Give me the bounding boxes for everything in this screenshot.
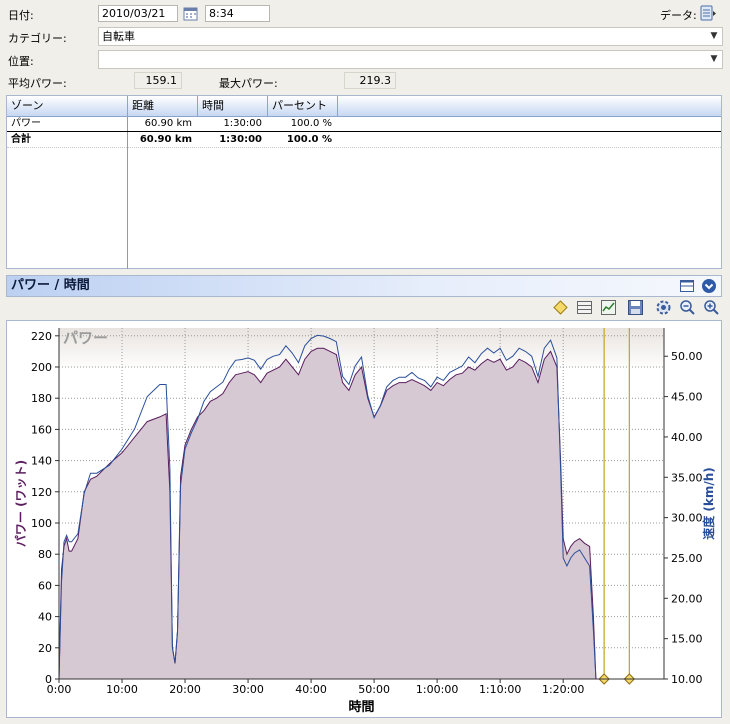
zone-table: ゾーン 距離 時間 パーセント パワー 60.90 km 1:30:00 100… bbox=[6, 95, 722, 269]
zoom-in-icon[interactable] bbox=[703, 299, 720, 316]
zone-cell: パワー bbox=[11, 118, 41, 129]
zone-table-header: ゾーン 距離 時間 パーセント bbox=[7, 96, 721, 117]
total-divider bbox=[7, 131, 721, 132]
y-tick-label-left: 100 bbox=[31, 517, 52, 530]
y-axis-label-right: 速度 (km/h) bbox=[701, 467, 716, 540]
chart-panel-header: パワー / 時間 bbox=[6, 275, 722, 297]
category-select[interactable]: 自転車 ▼ bbox=[98, 27, 723, 46]
diamond-marker-icon[interactable] bbox=[552, 299, 569, 316]
max-power-value: 219.3 bbox=[344, 72, 396, 89]
location-label: 位置: bbox=[8, 55, 34, 68]
date-input[interactable]: 2010/03/21 bbox=[98, 5, 178, 22]
x-tick-label: 1:00:00 bbox=[416, 683, 458, 696]
y-tick-label-left: 20 bbox=[38, 642, 52, 655]
column-header-zone[interactable]: ゾーン bbox=[7, 96, 128, 116]
time-input[interactable]: 8:34 bbox=[205, 5, 270, 22]
chevron-down-icon[interactable]: ▼ bbox=[706, 28, 722, 45]
y-tick-label-left: 60 bbox=[38, 579, 52, 592]
x-axis-label: 時間 bbox=[348, 699, 374, 715]
avg-power-value: 159.1 bbox=[134, 72, 182, 89]
y-tick-label-left: 140 bbox=[31, 455, 52, 468]
x-tick-label: 50:00 bbox=[358, 683, 390, 696]
x-tick-label: 1:10:00 bbox=[479, 683, 521, 696]
y-tick-label-right: 15.00 bbox=[671, 633, 703, 646]
column-header-distance[interactable]: 距離 bbox=[128, 96, 198, 116]
y-tick-label-right: 35.00 bbox=[671, 471, 703, 484]
x-tick-label: 20:00 bbox=[169, 683, 201, 696]
x-tick-label: 40:00 bbox=[295, 683, 327, 696]
category-label: カテゴリー: bbox=[8, 32, 67, 45]
chart-icon[interactable] bbox=[600, 299, 617, 316]
power-time-chart[interactable]: パワー 0 20 40 60 80 100 120 140 160 180 200 220 10.00 15… bbox=[6, 320, 722, 718]
max-power-label: 最大パワー: bbox=[219, 77, 278, 90]
distance-cell: 60.90 km bbox=[144, 118, 192, 129]
time-cell: 1:30:00 bbox=[219, 134, 262, 145]
settings-icon[interactable] bbox=[655, 299, 672, 316]
data-label: データ: bbox=[660, 9, 697, 22]
table-row-total: 合計 60.90 km 1:30:00 100.0 % bbox=[7, 133, 721, 147]
time-cell: 1:30:00 bbox=[223, 118, 262, 129]
column-header-percent[interactable]: パーセント bbox=[268, 96, 338, 116]
location-select[interactable]: ▼ bbox=[98, 50, 723, 69]
y-tick-label-right: 10.00 bbox=[671, 673, 703, 686]
x-tick-label: 30:00 bbox=[232, 683, 264, 696]
y-tick-label-left: 180 bbox=[31, 392, 52, 405]
y-tick-label-right: 50.00 bbox=[671, 350, 703, 363]
y-tick-label-left: 80 bbox=[38, 548, 52, 561]
x-tick-label: 10:00 bbox=[106, 683, 138, 696]
y-tick-label-left: 160 bbox=[31, 423, 52, 436]
collapse-icon[interactable] bbox=[701, 278, 717, 294]
date-label: 日付: bbox=[8, 9, 34, 22]
y-tick-label-left: 120 bbox=[31, 486, 52, 499]
table-row[interactable]: パワー 60.90 km 1:30:00 100.0 % bbox=[7, 117, 721, 131]
grid-icon[interactable] bbox=[576, 299, 593, 316]
y-tick-label-left: 200 bbox=[31, 361, 52, 374]
calendar-icon[interactable] bbox=[182, 5, 199, 22]
chevron-down-icon[interactable]: ▼ bbox=[706, 51, 722, 68]
distance-cell: 60.90 km bbox=[139, 134, 192, 145]
chart-svg[interactable]: パワー02040608010012014016018020022010.0015… bbox=[7, 321, 721, 717]
y-axis-label-left: パワー (ワット) bbox=[14, 460, 28, 547]
row-divider bbox=[7, 147, 721, 148]
zoom-out-icon[interactable] bbox=[679, 299, 696, 316]
y-tick-label-right: 30.00 bbox=[671, 512, 703, 525]
percent-cell: 100.0 % bbox=[290, 118, 332, 129]
y-tick-label-right: 20.00 bbox=[671, 592, 703, 605]
y-tick-label-right: 45.00 bbox=[671, 391, 703, 404]
chart-watermark: パワー bbox=[63, 329, 108, 347]
y-tick-label-left: 40 bbox=[38, 611, 52, 624]
x-tick-label: 0:00 bbox=[47, 683, 72, 696]
y-tick-label-right: 25.00 bbox=[671, 552, 703, 565]
save-icon[interactable] bbox=[627, 299, 644, 316]
chart-panel-title: パワー / 時間 bbox=[11, 278, 90, 293]
x-tick-label: 1:20:00 bbox=[542, 683, 584, 696]
y-tick-label-left: 220 bbox=[31, 330, 52, 343]
data-menu-icon[interactable] bbox=[699, 4, 717, 22]
layout-icon[interactable] bbox=[679, 278, 695, 294]
y-tick-label-right: 40.00 bbox=[671, 431, 703, 444]
zone-cell: 合計 bbox=[11, 134, 31, 145]
category-value: 自転車 bbox=[102, 30, 135, 43]
percent-cell: 100.0 % bbox=[286, 134, 332, 145]
avg-power-label: 平均パワー: bbox=[8, 77, 67, 90]
column-header-time[interactable]: 時間 bbox=[198, 96, 268, 116]
